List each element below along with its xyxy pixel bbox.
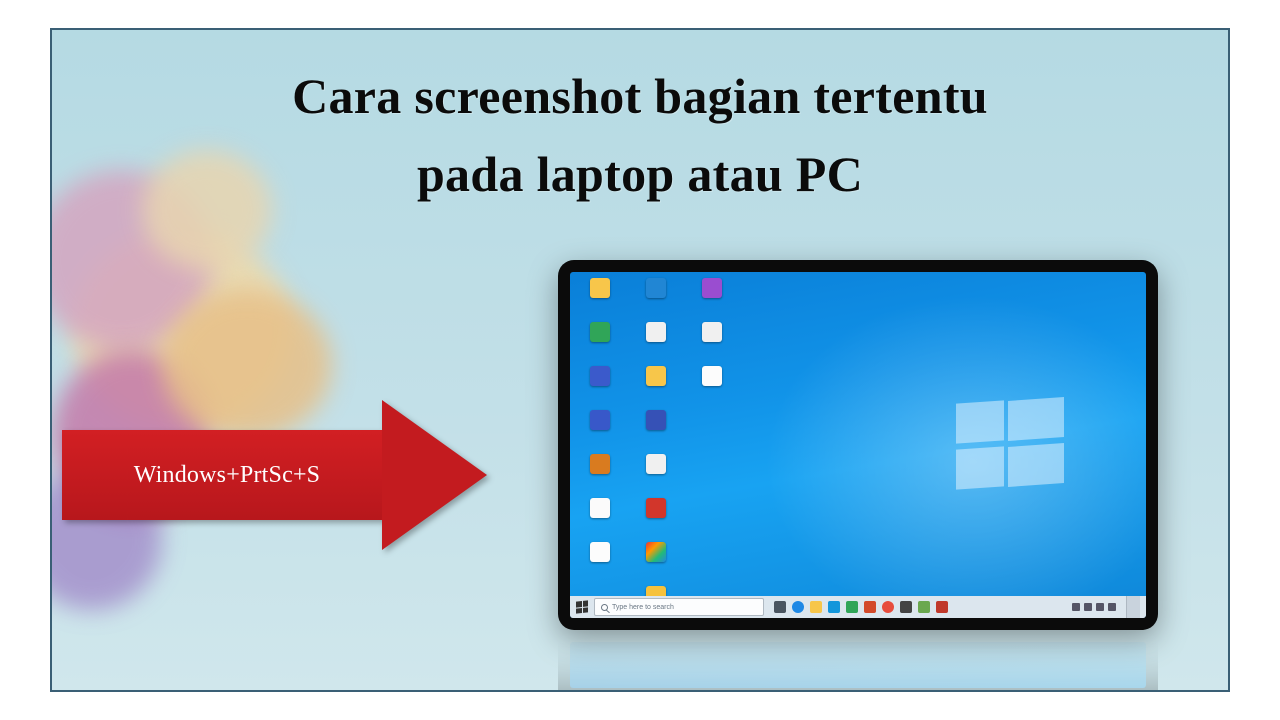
tray-clock[interactable]: [1120, 604, 1122, 610]
search-input[interactable]: Type here to search: [594, 598, 764, 616]
taskbar-app-icon[interactable]: [882, 601, 894, 613]
search-icon: [601, 604, 608, 611]
taskbar-app-icon[interactable]: [918, 601, 930, 613]
search-placeholder: Type here to search: [612, 604, 674, 611]
desktop-icon[interactable]: [688, 278, 736, 318]
title-line-1: Cara screenshot bagian tertentu: [92, 58, 1188, 136]
system-tray: [1072, 596, 1146, 618]
desktop-icon[interactable]: [576, 366, 624, 406]
desktop-icon[interactable]: [576, 410, 624, 450]
desktop-icon[interactable]: [632, 366, 680, 406]
taskbar-app-icon[interactable]: [810, 601, 822, 613]
desktop-icon[interactable]: [632, 454, 680, 494]
desktop-icon[interactable]: [576, 542, 624, 582]
desktop-icon[interactable]: [688, 322, 736, 362]
taskbar-app-icon[interactable]: [846, 601, 858, 613]
slide-frame: Cara screenshot bagian tertentu pada lap…: [50, 28, 1230, 692]
desktop-icon[interactable]: [632, 322, 680, 362]
arrow-head-icon: [382, 400, 487, 550]
taskbar-app-icon[interactable]: [864, 601, 876, 613]
notification-center-button[interactable]: [1126, 596, 1140, 618]
desktop-icon[interactable]: [632, 542, 680, 582]
taskbar-pinned-apps: [774, 601, 948, 613]
keyboard-shortcut-arrow: Windows+PrtSc+S: [62, 400, 492, 550]
tray-language-icon[interactable]: [1108, 603, 1116, 611]
taskbar: Type here to search: [570, 596, 1146, 618]
desktop-icon[interactable]: [576, 498, 624, 538]
monitor-graphic: Type here to search: [558, 260, 1158, 692]
windows-logo-icon: [956, 402, 1066, 492]
taskbar-app-icon[interactable]: [792, 601, 804, 613]
title-block: Cara screenshot bagian tertentu pada lap…: [52, 58, 1228, 213]
desktop-icon[interactable]: [632, 278, 680, 318]
monitor-reflection-graphic: [558, 630, 1158, 692]
windows-desktop-screen: Type here to search: [570, 272, 1146, 618]
taskbar-app-icon[interactable]: [900, 601, 912, 613]
taskbar-app-icon[interactable]: [828, 601, 840, 613]
tray-volume-icon[interactable]: [1096, 603, 1104, 611]
arrow-text: Windows+PrtSc+S: [134, 462, 320, 489]
taskbar-app-icon[interactable]: [936, 601, 948, 613]
desktop-icon[interactable]: [576, 278, 624, 318]
windows-start-icon: [576, 600, 588, 613]
taskbar-app-icon[interactable]: [774, 601, 786, 613]
desktop-icon[interactable]: [632, 410, 680, 450]
desktop-icon[interactable]: [632, 498, 680, 538]
desktop-icons-grid: [576, 278, 736, 618]
tray-chevron-up-icon[interactable]: [1072, 603, 1080, 611]
desktop-icon[interactable]: [576, 322, 624, 362]
desktop-icon[interactable]: [576, 454, 624, 494]
arrow-body: Windows+PrtSc+S: [62, 430, 392, 520]
monitor-bezel: Type here to search: [558, 260, 1158, 630]
title-line-2: pada laptop atau PC: [92, 136, 1188, 214]
desktop-icon[interactable]: [688, 366, 736, 406]
start-button[interactable]: [570, 596, 594, 618]
tray-network-icon[interactable]: [1084, 603, 1092, 611]
